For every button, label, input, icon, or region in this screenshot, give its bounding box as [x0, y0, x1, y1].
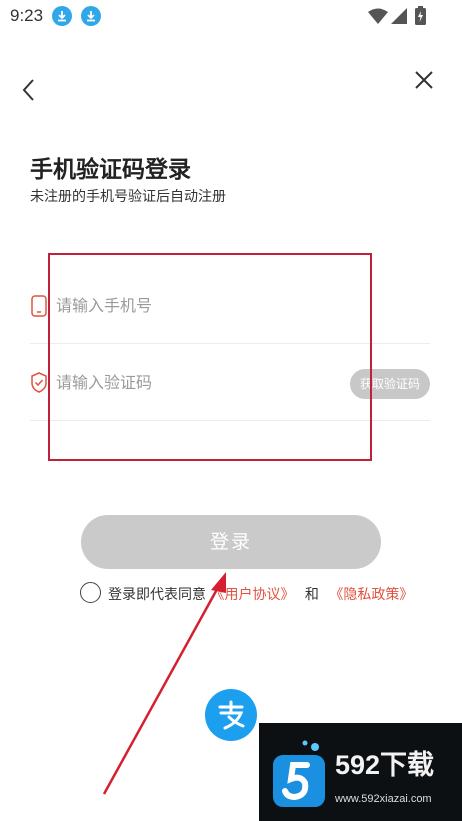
phone-field [30, 268, 430, 344]
download-icon [52, 6, 72, 26]
code-field: 获取验证码 [30, 345, 430, 421]
page-title: 手机验证码登录 [30, 157, 191, 183]
agreement-conjunction: 和 [304, 587, 319, 603]
shield-icon [31, 372, 47, 393]
status-bar: 9:23 [0, 0, 462, 32]
battery-charging-icon [415, 6, 426, 25]
back-button[interactable] [18, 76, 42, 104]
phone-icon [31, 295, 47, 317]
agreement-row: 登录即代表同意 《用户协议》 和 《隐私政策》 [80, 581, 440, 605]
close-icon [415, 71, 433, 89]
status-time: 9:23 [10, 6, 44, 25]
wifi-icon [368, 8, 388, 24]
watermark: 592下载 www.592xiazai.com [259, 723, 462, 821]
get-code-button[interactable]: 获取验证码 [350, 369, 430, 399]
login-button[interactable]: 登录 [81, 515, 381, 569]
watermark-url: www.592xiazai.com [335, 793, 432, 805]
phone-input[interactable] [56, 268, 356, 343]
agreement-prefix: 登录即代表同意 [108, 587, 206, 603]
agreement-text: 登录即代表同意 《用户协议》 和 《隐私政策》 [108, 584, 413, 604]
download-icon [81, 6, 101, 26]
signal-icon [391, 8, 407, 24]
page-subtitle: 未注册的手机号验证后自动注册 [30, 189, 226, 205]
agree-radio[interactable] [80, 582, 101, 603]
alipay-logo-icon [205, 689, 257, 741]
code-input[interactable] [56, 345, 356, 420]
chevron-left-icon [22, 79, 34, 101]
close-button[interactable] [412, 68, 436, 92]
watermark-brand: 592下载 [335, 750, 435, 780]
watermark-logo-icon [273, 740, 325, 807]
user-agreement-link[interactable]: 《用户协议》 [210, 587, 294, 603]
privacy-policy-link[interactable]: 《隐私政策》 [329, 587, 413, 603]
